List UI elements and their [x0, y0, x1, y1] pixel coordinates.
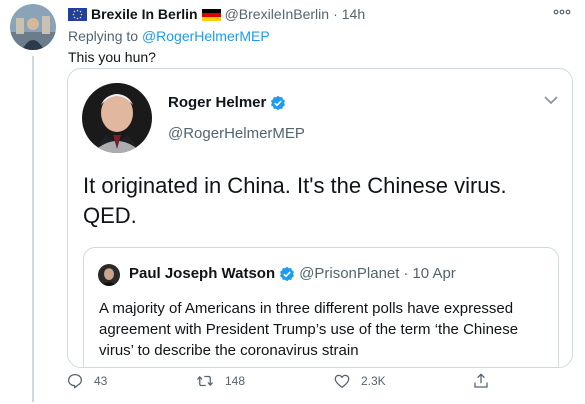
more-icon[interactable] [552, 4, 572, 20]
like-icon [333, 372, 361, 390]
quoted-text: It originated in China. It's the Chinese… [83, 173, 507, 228]
nested-quote-card[interactable]: Paul Joseph Watson @PrisonPlanet · 10 Ap… [83, 247, 559, 367]
quoted-avatar[interactable] [82, 83, 152, 153]
tweet-text: This you hun? [68, 49, 156, 65]
replying-to-link[interactable]: @RogerHelmerMEP [142, 28, 270, 44]
nested-display-name[interactable]: Paul Joseph Watson [129, 265, 275, 282]
quote-tweet-card[interactable]: Roger Helmer @RogerHelmerMEP It originat… [67, 68, 573, 368]
nested-header: Paul Joseph Watson @PrisonPlanet · 10 Ap… [129, 265, 456, 282]
retweet-icon [195, 372, 225, 390]
share-icon [472, 372, 500, 390]
verified-icon [279, 266, 295, 282]
replying-prefix: Replying to [68, 28, 139, 44]
timestamp[interactable]: 14h [342, 6, 365, 22]
quoted-handle[interactable]: @RogerHelmerMEP [168, 125, 305, 142]
eu-flag-icon [68, 7, 87, 21]
germany-flag-icon [201, 8, 221, 21]
reply-count: 43 [94, 374, 108, 388]
separator-dot: · [333, 6, 338, 22]
nested-date[interactable]: 10 Apr [412, 265, 455, 282]
tweet-header: Brexile In Berlin @BrexileInBerlin · 14h [68, 5, 365, 23]
nested-avatar[interactable] [98, 264, 120, 286]
nested-text: A majority of Americans in three differe… [99, 300, 519, 359]
separator-dot: · [403, 265, 409, 282]
chevron-down-icon[interactable] [542, 93, 560, 107]
thread-line [32, 56, 34, 402]
verified-icon [270, 95, 286, 111]
avatar[interactable] [10, 4, 56, 50]
replying-to: Replying to @RogerHelmerMEP [68, 28, 270, 44]
retweet-button[interactable]: 148 [195, 372, 245, 390]
quoted-name-row: Roger Helmer [168, 94, 286, 111]
action-bar: 43 148 2.3K [0, 372, 585, 394]
reply-button[interactable]: 43 [66, 372, 107, 390]
like-count: 2.3K [361, 374, 386, 388]
nested-handle[interactable]: @PrisonPlanet [299, 265, 399, 282]
quoted-display-name[interactable]: Roger Helmer [168, 94, 266, 111]
user-handle[interactable]: @BrexileInBerlin [225, 6, 329, 22]
display-name[interactable]: Brexile In Berlin [91, 6, 198, 22]
reply-icon [66, 372, 94, 390]
like-button[interactable]: 2.3K [333, 372, 386, 390]
retweet-count: 148 [225, 374, 246, 388]
share-button[interactable] [472, 372, 500, 390]
